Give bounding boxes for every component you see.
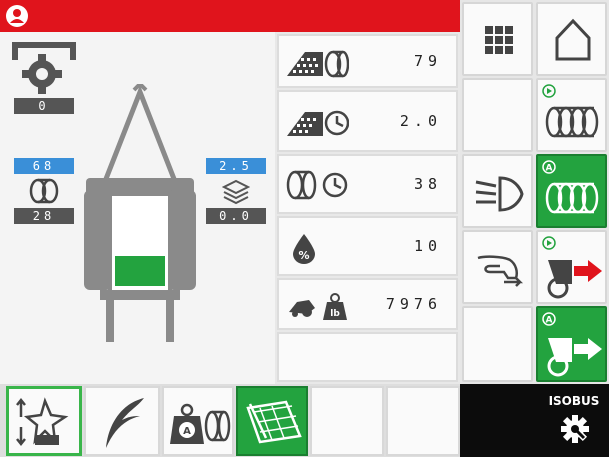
auto-weight-icon: A bbox=[166, 398, 232, 446]
grid-menu-icon bbox=[485, 26, 513, 54]
left-bottom-value: 28 bbox=[14, 208, 74, 224]
counter-row-empty bbox=[277, 332, 458, 382]
bale-weight-value: 7976 bbox=[385, 295, 442, 313]
counter-row: % 10 bbox=[277, 216, 458, 276]
empty-button[interactable] bbox=[462, 78, 533, 152]
adjust-arrows-icon bbox=[15, 397, 75, 449]
work-light-icon bbox=[474, 174, 526, 214]
bale-roll-active-icon bbox=[544, 178, 602, 218]
hand-gesture-icon bbox=[474, 248, 526, 290]
gesture-button[interactable] bbox=[462, 230, 533, 304]
svg-text:lb: lb bbox=[330, 309, 340, 319]
play-small-icon bbox=[542, 84, 556, 98]
bales-per-time-value: 2.0 bbox=[399, 112, 442, 130]
counter-row: lb 7976 bbox=[277, 278, 458, 330]
menu-button[interactable] bbox=[462, 2, 533, 76]
baler-machine-icon bbox=[82, 84, 198, 346]
net-wrap-icon bbox=[246, 398, 302, 446]
auto-weight-button[interactable]: A bbox=[162, 386, 234, 456]
bale-eject-active-icon bbox=[544, 328, 604, 378]
left-top-value: 68 bbox=[14, 158, 74, 174]
empty-button[interactable] bbox=[386, 386, 460, 456]
bale-weight-lb-icon: lb bbox=[285, 288, 349, 322]
svg-text:A: A bbox=[546, 164, 553, 174]
adjust-settings-button[interactable] bbox=[6, 386, 82, 456]
counter-row: 79 bbox=[277, 34, 458, 88]
home-button[interactable] bbox=[536, 2, 607, 76]
work-light-button[interactable] bbox=[462, 154, 533, 228]
bale-eject-auto-active-button[interactable]: A bbox=[536, 306, 607, 382]
empty-button[interactable] bbox=[310, 386, 384, 456]
bale-time-value: 38 bbox=[413, 175, 442, 193]
bale-roll-auto-button[interactable] bbox=[536, 78, 607, 152]
bale-diameter-icon bbox=[28, 178, 60, 204]
feather-button[interactable] bbox=[84, 386, 160, 456]
bales-count-icon bbox=[285, 46, 349, 78]
right-top-value: 2.5 bbox=[206, 158, 266, 174]
net-wrap-active-button[interactable] bbox=[236, 386, 308, 456]
bales-count-value: 79 bbox=[413, 52, 442, 70]
auto-a-icon: A bbox=[542, 312, 556, 326]
svg-text:%: % bbox=[298, 249, 309, 262]
play-small-icon bbox=[542, 236, 556, 250]
counters-column: 79 2.0 38 % 10 lb 7976 bbox=[275, 32, 460, 384]
right-bottom-value: 0.0 bbox=[206, 208, 266, 224]
isobus-area: ISOBUS bbox=[460, 384, 609, 457]
moisture-value: 10 bbox=[413, 237, 442, 255]
bale-roll-icon bbox=[544, 102, 602, 142]
svg-text:A: A bbox=[183, 426, 191, 437]
bale-chamber-panel: 0 68 28 2.5 0.0 bbox=[0, 32, 275, 384]
layers-icon bbox=[222, 179, 250, 205]
bottom-bar: A bbox=[0, 384, 460, 457]
feather-icon bbox=[100, 396, 148, 450]
bale-roll-auto-active-button[interactable]: A bbox=[536, 154, 607, 228]
bale-eject-icon bbox=[544, 250, 604, 300]
empty-button[interactable] bbox=[462, 306, 533, 382]
bales-per-time-icon bbox=[285, 106, 349, 138]
bale-eject-auto-button[interactable] bbox=[536, 230, 607, 304]
operator-icon[interactable] bbox=[6, 5, 28, 27]
home-icon bbox=[554, 18, 592, 62]
isobus-label: ISOBUS bbox=[548, 394, 600, 408]
status-bar bbox=[0, 0, 460, 32]
svg-text:A: A bbox=[546, 316, 553, 326]
bale-time-icon bbox=[285, 169, 349, 201]
moisture-percent-icon: % bbox=[289, 232, 319, 264]
right-button-area: A A bbox=[460, 0, 609, 384]
counter-row: 38 bbox=[277, 154, 458, 214]
counter-row: 2.0 bbox=[277, 90, 458, 152]
isobus-settings-icon[interactable] bbox=[560, 414, 590, 444]
auto-a-icon: A bbox=[542, 160, 556, 174]
chamber-pressure-icon bbox=[10, 40, 78, 96]
chamber-top-value: 0 bbox=[14, 98, 74, 114]
